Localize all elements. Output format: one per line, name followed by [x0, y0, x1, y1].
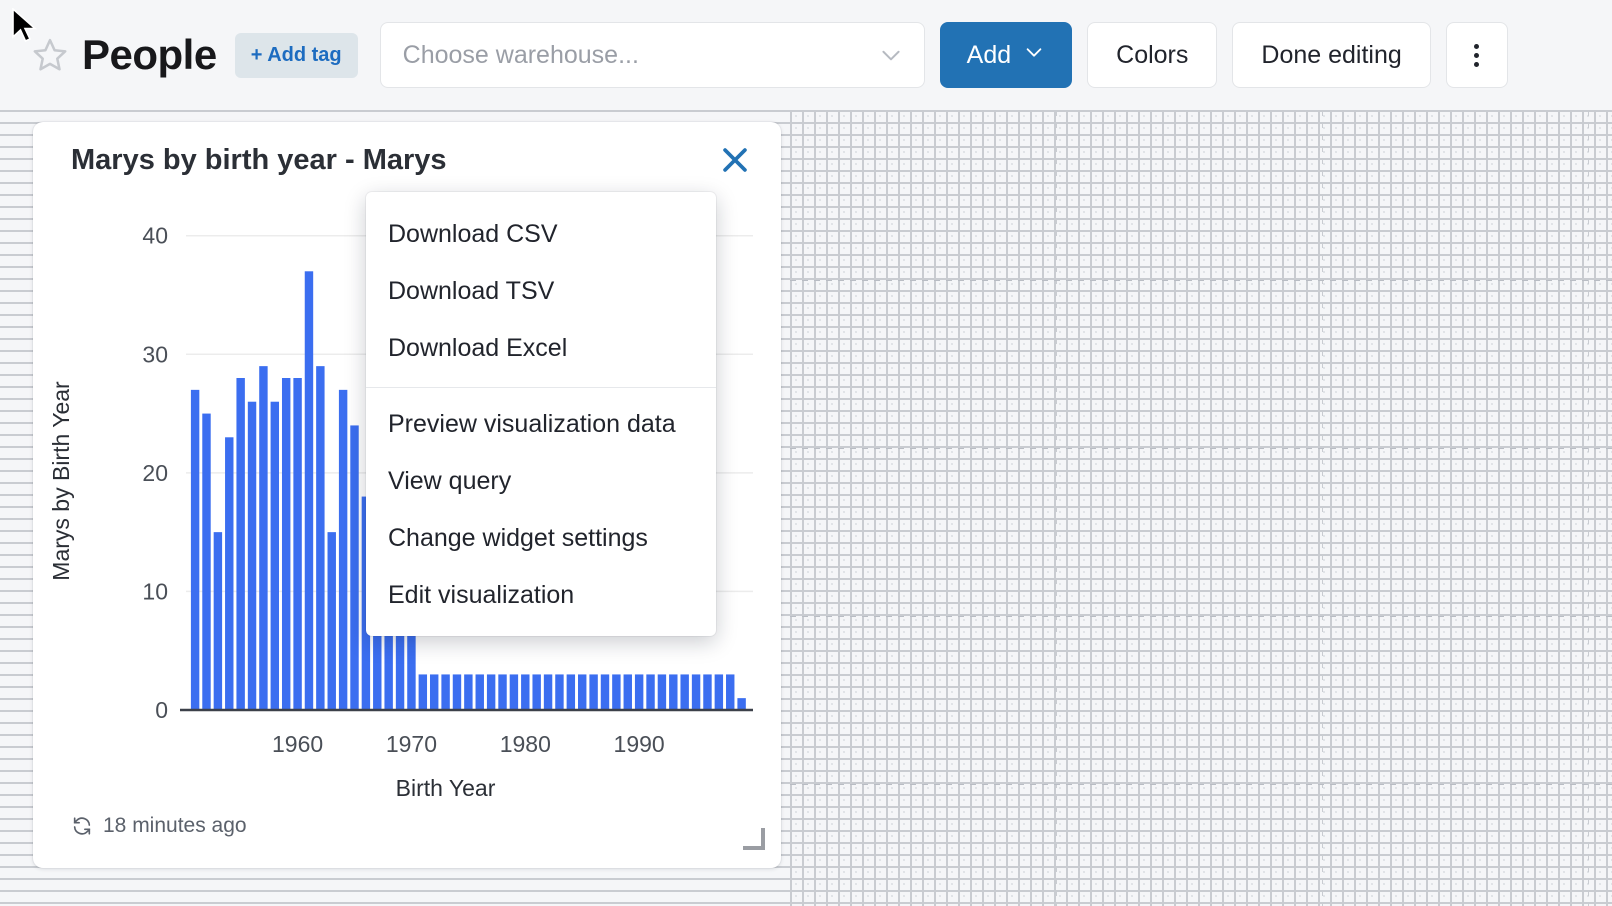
y-tick-label: 10 [142, 578, 168, 604]
chart-bar[interactable] [419, 674, 427, 710]
y-tick-label: 30 [142, 341, 168, 367]
page-title: People [82, 31, 217, 79]
widget-context-menu[interactable]: Download CSVDownload TSVDownload Excel P… [366, 192, 716, 636]
chart-bar[interactable] [703, 674, 711, 710]
chart-bar[interactable] [555, 674, 563, 710]
chart-bar[interactable] [737, 698, 745, 710]
grid-hline [790, 448, 1612, 449]
close-widget-button[interactable] [711, 136, 759, 184]
context-menu-item-download-excel[interactable]: Download Excel [366, 320, 716, 377]
more-options-button[interactable] [1446, 22, 1508, 88]
x-tick-label: 1980 [500, 731, 551, 757]
chart-bar[interactable] [646, 674, 654, 710]
warehouse-select[interactable]: Choose warehouse... [380, 22, 925, 88]
grid-vline [1056, 110, 1057, 906]
context-menu-item-preview-visualization-data[interactable]: Preview visualization data [366, 396, 716, 453]
widget-footer: 18 minutes ago [71, 814, 247, 838]
chart-bar[interactable] [726, 674, 734, 710]
chart-bar[interactable] [191, 390, 199, 710]
y-axis-title: Marys by Birth Year [48, 381, 74, 581]
grid-dot-pattern [790, 110, 1612, 906]
add-button[interactable]: Add [940, 22, 1072, 88]
chart-bar[interactable] [692, 674, 700, 710]
chart-bar[interactable] [214, 532, 222, 710]
x-tick-label: 1990 [614, 731, 665, 757]
chart-bar[interactable] [476, 674, 484, 710]
chart-bar[interactable] [680, 674, 688, 710]
page-toolbar: People + Add tag Choose warehouse... Add… [0, 0, 1612, 110]
chart-bar[interactable] [259, 366, 267, 710]
context-menu-group-download: Download CSVDownload TSVDownload Excel [366, 206, 716, 377]
chart-bar[interactable] [430, 674, 438, 710]
chart-bar[interactable] [316, 366, 324, 710]
colors-button[interactable]: Colors [1087, 22, 1217, 88]
chart-bar[interactable] [589, 674, 597, 710]
chart-bar[interactable] [248, 402, 256, 710]
chart-bar[interactable] [544, 674, 552, 710]
chart-bar[interactable] [202, 414, 210, 710]
grid-vline [1588, 110, 1589, 906]
chart-bar[interactable] [601, 674, 609, 710]
add-button-label: Add [967, 41, 1011, 70]
chart-bar[interactable] [612, 674, 620, 710]
add-tag-button[interactable]: + Add tag [235, 33, 358, 78]
close-x-icon [718, 143, 752, 177]
chart-bar[interactable] [339, 390, 347, 710]
done-editing-button[interactable]: Done editing [1232, 22, 1430, 88]
context-menu-item-change-widget-settings[interactable]: Change widget settings [366, 510, 716, 567]
chart-bar[interactable] [510, 674, 518, 710]
x-tick-label: 1960 [272, 731, 323, 757]
chart-bar[interactable] [658, 674, 666, 710]
grid-vline [1322, 110, 1323, 906]
chevron-down-icon [878, 42, 904, 68]
y-tick-label: 20 [142, 460, 168, 486]
more-vertical-icon [1474, 44, 1479, 67]
chart-bar[interactable] [236, 378, 244, 710]
x-axis-title: Birth Year [396, 775, 496, 801]
chart-bar[interactable] [328, 532, 336, 710]
context-menu-item-view-query[interactable]: View query [366, 453, 716, 510]
chart-bar[interactable] [715, 674, 723, 710]
chart-bar[interactable] [282, 378, 290, 710]
chart-bar[interactable] [669, 674, 677, 710]
chart-bar[interactable] [441, 674, 449, 710]
grid-hline [790, 280, 1612, 281]
chart-bar[interactable] [532, 674, 540, 710]
refresh-icon [71, 815, 93, 837]
grid-hline [790, 616, 1612, 617]
chart-bar[interactable] [578, 674, 586, 710]
context-menu-item-edit-visualization[interactable]: Edit visualization [366, 567, 716, 624]
resize-corner-icon [743, 828, 765, 850]
chart-bar[interactable] [305, 271, 313, 710]
context-menu-group-actions: Preview visualization dataView queryChan… [366, 396, 716, 624]
x-tick-label: 1970 [386, 731, 437, 757]
grid-vline [790, 110, 791, 906]
chart-bar[interactable] [293, 378, 301, 710]
chart-bar[interactable] [487, 674, 495, 710]
chart-bar[interactable] [521, 674, 529, 710]
warehouse-placeholder: Choose warehouse... [403, 41, 639, 70]
chevron-down-icon [1023, 41, 1045, 70]
chart-bar[interactable] [271, 402, 279, 710]
widget-resize-handle[interactable] [743, 828, 765, 850]
context-menu-item-download-tsv[interactable]: Download TSV [366, 263, 716, 320]
chart-bar[interactable] [624, 674, 632, 710]
grid-hline [790, 784, 1612, 785]
y-tick-label: 40 [142, 223, 168, 249]
chart-bar[interactable] [453, 674, 461, 710]
last-updated-label: 18 minutes ago [103, 814, 247, 838]
chart-bar[interactable] [350, 425, 358, 710]
chart-bar[interactable] [567, 674, 575, 710]
context-menu-item-download-csv[interactable]: Download CSV [366, 206, 716, 263]
chart-bar[interactable] [225, 437, 233, 710]
chart-bar[interactable] [635, 674, 643, 710]
y-tick-label: 0 [155, 697, 168, 723]
mouse-cursor [11, 8, 39, 48]
widget-title: Marys by birth year - Marys [71, 144, 447, 177]
chart-bar[interactable] [464, 674, 472, 710]
chart-bar[interactable] [498, 674, 506, 710]
context-menu-separator [366, 387, 716, 388]
